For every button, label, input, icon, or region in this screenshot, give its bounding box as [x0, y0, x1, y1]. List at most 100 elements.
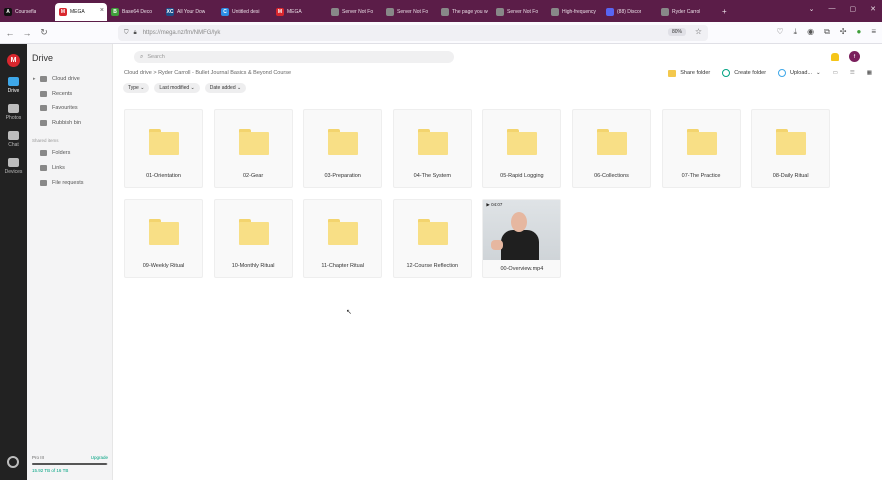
- chevron-down-icon[interactable]: ⌄: [809, 5, 815, 13]
- back-icon[interactable]: ←: [3, 28, 17, 38]
- media-view-icon[interactable]: ▭: [833, 70, 838, 76]
- browser-tab[interactable]: C Untitled desi: [217, 3, 272, 21]
- rail-item-devices[interactable]: Devices: [0, 158, 27, 175]
- browser-tab[interactable]: B Base64 Deco: [107, 3, 162, 21]
- share-folder-button[interactable]: Share folder: [668, 69, 711, 77]
- sidebar-item[interactable]: Favourites: [40, 105, 78, 111]
- item-name: 09-Weekly Ritual: [142, 263, 185, 269]
- video-thumbnail: ▶ 04:07: [483, 200, 561, 260]
- rail-item-photos[interactable]: Photos: [0, 104, 27, 121]
- folder-card[interactable]: 08-Daily Ritual: [751, 109, 831, 188]
- browser-tab[interactable]: Server Not Fo: [382, 3, 437, 21]
- zoom-level[interactable]: 80%: [667, 28, 686, 36]
- browser-tab[interactable]: M MEGA: [272, 3, 327, 21]
- filter-chip[interactable]: Type ⌄: [123, 83, 150, 93]
- tab-favicon-icon: [386, 8, 394, 16]
- browser-tab[interactable]: Server Not Fo: [327, 3, 382, 21]
- folder-card[interactable]: 02-Gear: [213, 109, 293, 188]
- extension-puzzle-icon[interactable]: ✣: [840, 27, 847, 37]
- browser-tab[interactable]: M MEGA ×: [55, 3, 107, 21]
- create-folder-button[interactable]: Create folder: [722, 69, 766, 77]
- sidebar-item-label: Cloud drive: [52, 76, 80, 82]
- grid-view-icon[interactable]: ▦: [867, 70, 872, 76]
- mega-extension-icon[interactable]: ●: [856, 27, 861, 37]
- forward-icon[interactable]: →: [20, 28, 34, 38]
- share-folder-label: Share folder: [680, 70, 711, 76]
- folder-icon: [149, 219, 179, 245]
- item-name: 02-Gear: [243, 173, 264, 179]
- shared-folder-icon: [40, 150, 47, 156]
- rail-item-chat[interactable]: Chat: [0, 131, 27, 148]
- chevron-right-icon[interactable]: ▸: [33, 76, 36, 82]
- storage-bar-fill: [32, 463, 108, 465]
- main-content: ⌕ Search f Cloud drive > Ryder Carroll -…: [113, 44, 882, 480]
- create-folder-label: Create folder: [734, 70, 767, 76]
- folder-card[interactable]: 07-The Practice: [661, 109, 741, 188]
- tab-favicon-icon: C: [221, 8, 229, 16]
- breadcrumb[interactable]: Cloud drive > Ryder Carroll - Bullet Jou…: [124, 70, 291, 76]
- list-view-icon[interactable]: ☰: [850, 70, 855, 76]
- item-name: 10-Monthly Ritual: [231, 263, 275, 269]
- browser-tab[interactable]: Server Not Fo: [492, 3, 547, 21]
- browser-tab[interactable]: Ryder Carrol: [657, 3, 712, 21]
- rail-item-drive[interactable]: Drive: [0, 77, 27, 94]
- minimize-icon[interactable]: —: [829, 5, 836, 13]
- filter-chip[interactable]: Last modified ⌄: [154, 83, 200, 93]
- folder-card[interactable]: 04-The System: [392, 109, 472, 188]
- upgrade-link[interactable]: Upgrade: [91, 455, 108, 460]
- folder-icon: [686, 129, 717, 155]
- avatar[interactable]: f: [849, 51, 860, 62]
- menu-icon[interactable]: ≡: [871, 27, 876, 37]
- lock-icon: 🔒︎: [133, 29, 137, 36]
- plan-name: Pro III: [32, 455, 45, 460]
- filter-chip[interactable]: Date added ⌄: [204, 83, 247, 93]
- sidebar-item[interactable]: Recents: [40, 90, 72, 97]
- browser-tab[interactable]: High-frequency: [547, 3, 602, 21]
- notifications-icon[interactable]: [831, 52, 839, 61]
- header-actions: f: [831, 51, 860, 62]
- upload-button[interactable]: Upload... ⌄: [778, 69, 821, 77]
- browser-tab[interactable]: A Coursefla: [0, 3, 55, 21]
- folder-card[interactable]: 12-Course Reflection: [392, 199, 472, 278]
- search-input[interactable]: ⌕ Search: [134, 51, 454, 63]
- folder-card[interactable]: 09-Weekly Ritual: [124, 199, 203, 278]
- reload-icon[interactable]: ↻: [37, 27, 51, 38]
- folder-card[interactable]: 11-Chapter Ritual: [303, 199, 383, 278]
- browser-tab[interactable]: XC All Your Dow: [162, 3, 217, 21]
- video-file-card[interactable]: ▶ 04:07 00-Overview.mp4: [482, 199, 562, 278]
- sidebar-shared-item[interactable]: Folders: [40, 150, 70, 156]
- transfer-progress-icon[interactable]: [7, 456, 19, 468]
- new-tab-icon[interactable]: +: [722, 7, 727, 16]
- close-icon[interactable]: ✕: [870, 5, 876, 13]
- sidebar-item[interactable]: Rubbish bin: [40, 119, 81, 126]
- tab-close-icon[interactable]: ×: [100, 7, 104, 14]
- folder-card[interactable]: 06-Collections: [572, 109, 651, 188]
- browser-tab[interactable]: (88) Discor: [602, 3, 657, 21]
- folder-card[interactable]: 10-Monthly Ritual: [213, 199, 293, 278]
- maximize-icon[interactable]: ▢: [850, 5, 857, 13]
- item-name: 01-Orientation: [146, 173, 181, 179]
- drive-icon: [8, 77, 19, 86]
- tab-title: All Your Dow: [177, 9, 206, 15]
- folder-card[interactable]: 01-Orientation: [124, 109, 203, 188]
- sidebar-shared-item[interactable]: Links: [40, 165, 65, 171]
- folder-card[interactable]: 03-Preparation: [303, 109, 383, 188]
- mega-logo[interactable]: M: [7, 54, 20, 67]
- sidebar-title: Drive: [32, 53, 54, 63]
- extensions-icon[interactable]: ⧉: [824, 27, 830, 37]
- pocket-icon[interactable]: ♡: [776, 27, 783, 37]
- folder-card[interactable]: 05-Rapid Logging: [482, 109, 562, 188]
- folder-icon: [238, 219, 269, 245]
- folder-icon: [597, 129, 627, 155]
- address-bar[interactable]: ⛉ 🔒︎ https://mega.nz/fm/NMFG/lyk 80% ☆: [118, 25, 708, 41]
- bookmark-star-icon[interactable]: ☆: [695, 27, 702, 36]
- sidebar-shared-item[interactable]: File requests: [40, 180, 84, 186]
- browser-tab[interactable]: The page you were: [437, 3, 492, 21]
- storage-used: 15.92 TB of 16 TB: [32, 468, 69, 473]
- downloads-icon[interactable]: ⤓: [794, 27, 798, 37]
- sidebar-item[interactable]: ▸ Cloud drive: [33, 76, 80, 82]
- item-name: 00-Overview.mp4: [500, 266, 544, 272]
- tab-title: Coursefla: [15, 9, 37, 15]
- account-icon[interactable]: ◉: [807, 27, 814, 37]
- folder-icon: [776, 129, 807, 155]
